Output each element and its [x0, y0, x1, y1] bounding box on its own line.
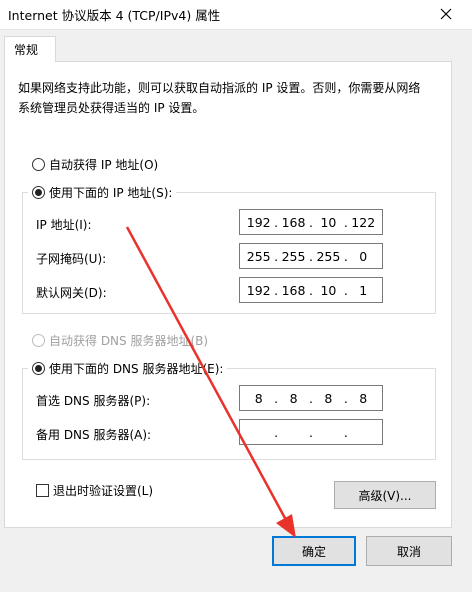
red-arrow-annotation — [125, 226, 296, 538]
tab-general-label: 常规 — [14, 43, 39, 57]
tab-general[interactable]: 常规 — [4, 36, 56, 62]
